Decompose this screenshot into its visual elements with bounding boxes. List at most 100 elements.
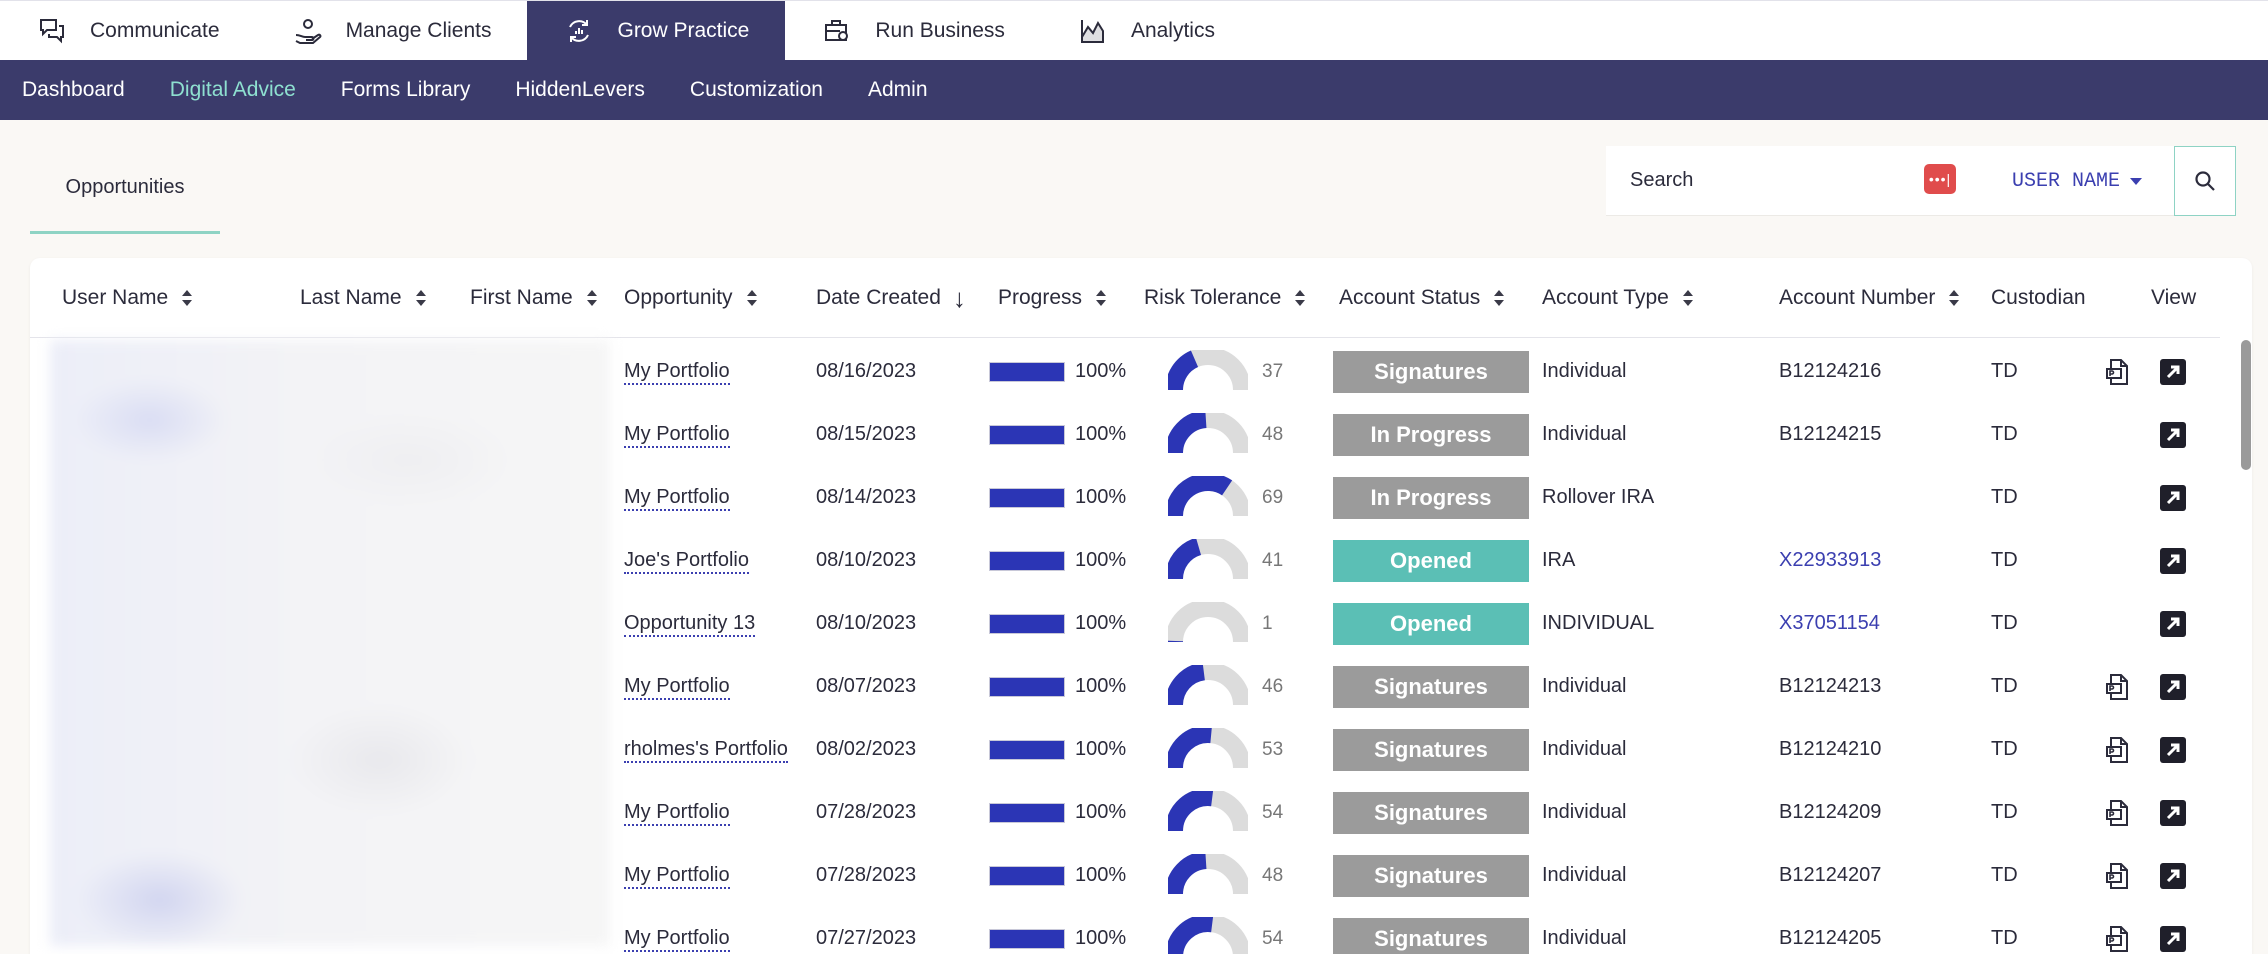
open-external-icon[interactable] <box>2158 609 2188 639</box>
date-created-cell: 08/02/2023 <box>816 738 917 760</box>
open-external-icon[interactable] <box>2158 483 2188 513</box>
open-external-icon[interactable] <box>2158 420 2188 450</box>
open-external-icon[interactable] <box>2158 798 2188 828</box>
account-type-cell: Individual <box>1542 864 1627 886</box>
scrollbar-thumb[interactable] <box>2241 340 2251 470</box>
progress-cell: 100% <box>989 340 1126 403</box>
progress-percent: 100% <box>1075 864 1127 886</box>
table-row: My Portfolio 08/07/2023 100% 46 Signatur… <box>30 655 2220 718</box>
account-number[interactable]: X22933913 <box>1779 549 1881 572</box>
sort-icon <box>586 290 597 306</box>
table-row: My Portfolio 08/15/2023 100% 48 In Progr… <box>30 403 2220 466</box>
arrow-down-icon: ↓ <box>952 282 966 313</box>
pdf-icon[interactable] <box>2103 357 2133 387</box>
open-external-icon[interactable] <box>2158 357 2188 387</box>
opportunity-cell: Joe's Portfolio <box>624 529 749 592</box>
progress-bar <box>989 361 1065 382</box>
scrollbar[interactable] <box>2238 338 2252 954</box>
open-external-icon[interactable] <box>2158 735 2188 765</box>
account-number: B12124205 <box>1779 927 1882 949</box>
risk-tolerance-cell: 54 <box>1168 907 1283 954</box>
col-user-name[interactable]: User Name <box>62 258 193 338</box>
analytics-chart-icon <box>1077 15 1109 47</box>
account-number[interactable]: X37051154 <box>1779 612 1880 635</box>
progress-bar <box>989 739 1065 760</box>
subnav-digital-advice[interactable]: Digital Advice <box>170 78 296 102</box>
open-external-icon[interactable] <box>2158 861 2188 891</box>
pdf-icon[interactable] <box>2103 861 2133 891</box>
tab-run-business[interactable]: Run Business <box>785 1 1041 60</box>
tab-manage-clients[interactable]: Manage Clients <box>256 1 528 60</box>
subnav-admin[interactable]: Admin <box>868 78 928 102</box>
table-row: My Portfolio 08/16/2023 100% 37 Signatur… <box>30 340 2220 403</box>
custodian-cell: TD <box>1991 486 2018 508</box>
account-status-cell: Opened <box>1333 592 1529 655</box>
subnav-customization[interactable]: Customization <box>690 78 823 102</box>
opportunity-link[interactable]: Joe's Portfolio <box>624 548 749 574</box>
subnav-forms-library[interactable]: Forms Library <box>341 78 471 102</box>
opportunity-link[interactable]: My Portfolio <box>624 674 730 700</box>
pdf-icon[interactable] <box>2103 735 2133 765</box>
col-account-number[interactable]: Account Number <box>1779 258 1960 338</box>
sort-icon <box>746 290 757 306</box>
opportunity-link[interactable]: Opportunity 13 <box>624 611 756 637</box>
opportunity-link[interactable]: My Portfolio <box>624 800 730 826</box>
col-risk-tolerance[interactable]: Risk Tolerance <box>1144 258 1306 338</box>
table-row: My Portfolio 07/28/2023 100% 48 Signatur… <box>30 844 2220 907</box>
opportunity-link[interactable]: My Portfolio <box>624 359 730 385</box>
col-first-name[interactable]: First Name <box>470 258 597 338</box>
status-badge: Opened <box>1333 602 1529 645</box>
account-status-cell: Signatures <box>1333 844 1529 907</box>
col-label: Account Type <box>1542 286 1669 309</box>
account-type-cell: INDIVIDUAL <box>1542 612 1655 634</box>
pdf-icon[interactable] <box>2103 798 2133 828</box>
subnav-hiddenlevers[interactable]: HiddenLevers <box>515 78 645 102</box>
tab-opportunities[interactable]: Opportunities <box>30 144 220 234</box>
open-external-icon[interactable] <box>2158 672 2188 702</box>
subnav-dashboard[interactable]: Dashboard <box>22 78 125 102</box>
col-account-type[interactable]: Account Type <box>1542 258 1693 338</box>
col-label: Account Status <box>1339 286 1481 309</box>
opportunities-table: User Name Last Name First Name Opportuni… <box>30 258 2252 954</box>
date-created-cell: 08/07/2023 <box>816 675 917 697</box>
progress-bar <box>989 424 1065 445</box>
search-button[interactable] <box>2174 146 2236 216</box>
col-opportunity[interactable]: Opportunity <box>624 258 757 338</box>
col-account-status[interactable]: Account Status <box>1339 258 1505 338</box>
password-manager-icon[interactable]: •••| <box>1924 164 1956 194</box>
status-badge: In Progress <box>1333 413 1529 456</box>
search-input[interactable] <box>1630 169 1930 192</box>
progress-percent: 100% <box>1075 738 1127 760</box>
opportunity-link[interactable]: My Portfolio <box>624 422 730 448</box>
progress-bar <box>989 802 1065 823</box>
opportunity-link[interactable]: My Portfolio <box>624 926 730 952</box>
pdf-icon[interactable] <box>2103 672 2133 702</box>
col-last-name[interactable]: Last Name <box>300 258 426 338</box>
progress-bar <box>989 865 1065 886</box>
opportunity-link[interactable]: My Portfolio <box>624 863 730 889</box>
open-external-icon[interactable] <box>2158 924 2188 954</box>
opportunity-link[interactable]: rholmes's Portfolio <box>624 737 788 763</box>
tab-communicate[interactable]: Communicate <box>0 1 256 60</box>
col-progress[interactable]: Progress <box>998 258 1107 338</box>
risk-gauge <box>1168 853 1248 895</box>
risk-tolerance-cell: 48 <box>1168 844 1283 907</box>
tab-analytics[interactable]: Analytics <box>1041 1 1251 60</box>
sort-icon <box>1096 290 1107 306</box>
tab-grow-practice[interactable]: Grow Practice <box>527 1 786 60</box>
pdf-icon[interactable] <box>2103 924 2133 954</box>
search-field-select[interactable]: USER NAME <box>2012 146 2143 216</box>
col-date-created[interactable]: Date Created ↓ <box>816 258 966 338</box>
account-type-cell: Individual <box>1542 360 1627 382</box>
account-number-cell: B12124215 <box>1779 403 1881 466</box>
opportunity-link[interactable]: My Portfolio <box>624 485 730 511</box>
account-number-cell: B12124216 <box>1779 340 1881 403</box>
progress-bar <box>989 613 1065 634</box>
sort-icon <box>415 290 426 306</box>
sort-icon <box>182 290 193 306</box>
progress-cell: 100% <box>989 529 1126 592</box>
open-external-icon[interactable] <box>2158 546 2188 576</box>
sort-icon <box>1494 290 1505 306</box>
account-status-cell: Signatures <box>1333 718 1529 781</box>
account-number: B12124215 <box>1779 423 1882 445</box>
